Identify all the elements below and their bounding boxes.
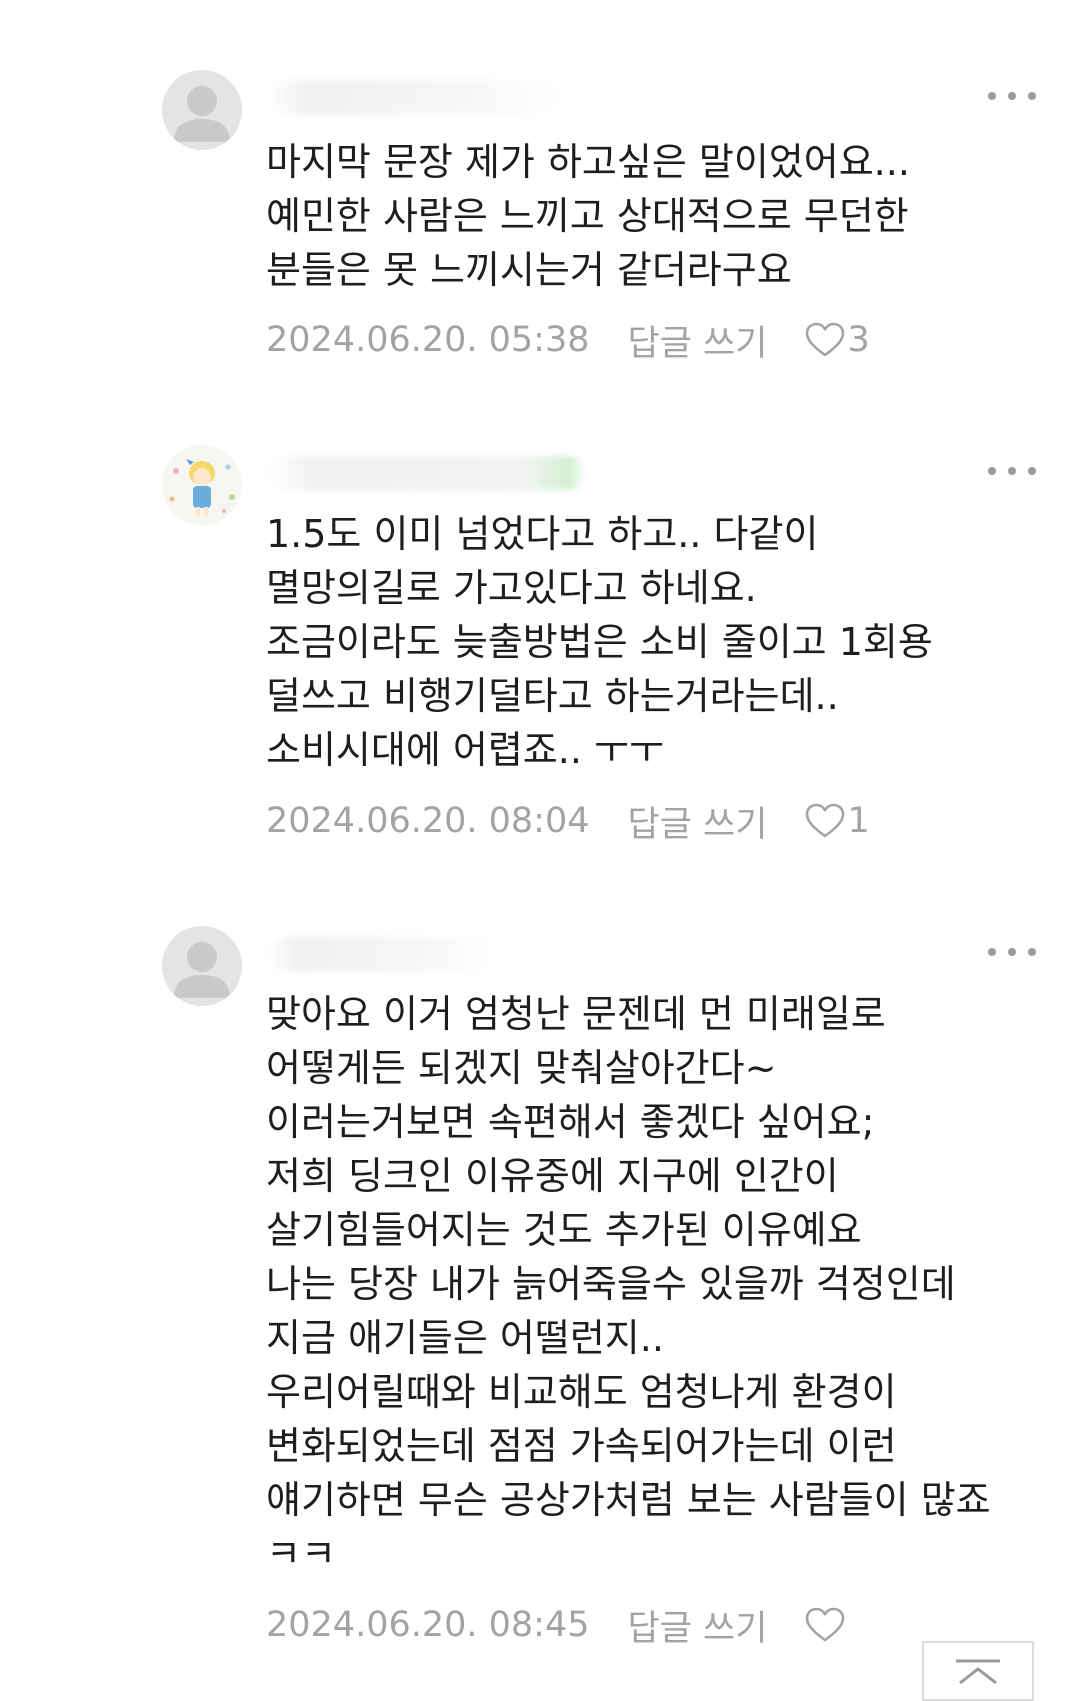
comment-timestamp: 2024.06.20. 08:45 xyxy=(266,1605,590,1645)
author-name-blurred[interactable] xyxy=(266,456,586,490)
comment-text: 맞아요 이거 엄청난 문젠데 먼 미래일로 어떻게든 되겠지 맞춰살아간다~ 이… xyxy=(266,992,991,1576)
author-name-blurred[interactable] xyxy=(266,80,566,114)
more-options-button[interactable] xyxy=(988,940,1036,964)
reply-button[interactable]: 답글 쓰기 xyxy=(628,315,768,366)
more-dots-icon xyxy=(988,948,996,956)
reply-button[interactable]: 답글 쓰기 xyxy=(628,796,768,847)
more-dots-icon xyxy=(988,92,996,100)
like-button[interactable]: 3 xyxy=(805,320,870,360)
author-name-blurred[interactable] xyxy=(266,937,496,971)
like-count: 3 xyxy=(847,320,870,360)
comment-timestamp: 2024.06.20. 05:38 xyxy=(266,320,590,360)
default-avatar-icon[interactable] xyxy=(162,70,242,150)
comment-timestamp: 2024.06.20. 08:04 xyxy=(266,801,590,841)
like-button[interactable] xyxy=(805,1607,847,1643)
heart-outline-icon xyxy=(806,803,845,838)
comment-meta: 2024.06.20. 05:38 답글 쓰기 3 xyxy=(266,316,870,364)
comment-text: 1.5도 이미 넘었다고 하고.. 다같이 멸망의길로 가고있다고 하네요. 조… xyxy=(266,512,933,772)
reply-button[interactable]: 답글 쓰기 xyxy=(628,1600,768,1651)
comment-meta: 2024.06.20. 08:45 답글 쓰기 xyxy=(266,1601,847,1649)
heart-outline-icon xyxy=(806,322,845,357)
custom-profile-image[interactable]: ♡ xyxy=(162,445,242,525)
like-button[interactable]: 1 xyxy=(805,801,870,841)
heart-outline-icon xyxy=(806,1607,845,1642)
more-options-button[interactable] xyxy=(988,459,1036,483)
scroll-to-top-button[interactable] xyxy=(922,1641,1034,1701)
more-dots-icon xyxy=(988,467,996,475)
like-count: 1 xyxy=(847,801,870,841)
more-options-button[interactable] xyxy=(988,84,1036,108)
svg-text:♡: ♡ xyxy=(166,510,173,519)
comment-meta: 2024.06.20. 08:04 답글 쓰기 1 xyxy=(266,797,870,845)
comment-text: 마지막 문장 제가 하고싶은 말이었어요... 예민한 사람은 느끼고 상대적으… xyxy=(266,140,910,292)
default-avatar-icon[interactable] xyxy=(162,926,242,1006)
